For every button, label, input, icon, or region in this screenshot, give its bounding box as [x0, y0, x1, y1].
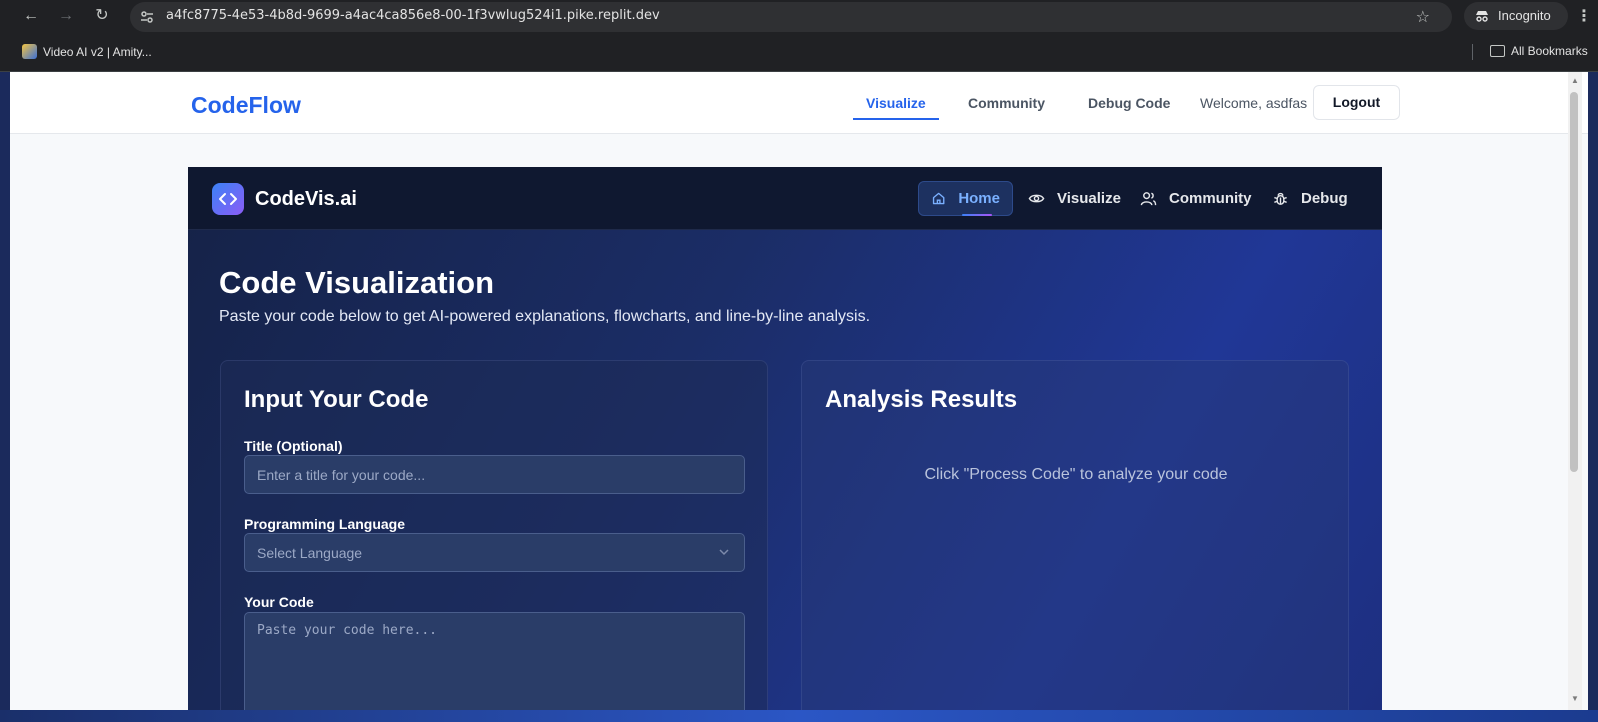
nav-visualize[interactable]: Visualize — [866, 95, 926, 111]
bookmarks-bar — [0, 32, 1598, 72]
input-code-card: Input Your Code Title (Optional) Enter a… — [220, 360, 768, 710]
welcome-text: Welcome, asdfas — [1200, 95, 1308, 111]
incognito-badge[interactable]: Incognito — [1464, 2, 1568, 30]
bookmark-favicon-icon — [22, 44, 37, 59]
app-nav-home[interactable]: Home — [918, 181, 1013, 216]
nav-community[interactable]: Community — [968, 95, 1045, 111]
incognito-icon — [1476, 11, 1488, 22]
active-nav-underline — [853, 118, 939, 120]
chevron-down-icon — [719, 549, 729, 556]
eye-icon — [1028, 194, 1045, 203]
analysis-results-card: Analysis Results Click "Process Code" to… — [801, 360, 1349, 710]
app-nav-debug[interactable]: Debug — [1260, 181, 1360, 216]
back-arrow-icon[interactable]: ← — [19, 4, 43, 28]
address-bar[interactable]: a4fc8775-4e53-4b8d-9699-a4ac4ca856e8-00-… — [130, 2, 1452, 32]
language-select[interactable]: Select Language — [244, 533, 745, 572]
code-brackets-icon — [212, 183, 244, 215]
title-field-label: Title (Optional) — [244, 438, 343, 454]
title-input[interactable]: Enter a title for your code... — [244, 455, 745, 494]
page-title: Code Visualization — [219, 265, 495, 300]
codevis-app: CodeVis.ai Home Visualize Community Debu… — [188, 167, 1382, 710]
site-header: CodeFlow Visualize Community Debug Code … — [10, 72, 1588, 134]
app-nav-community[interactable]: Community — [1128, 181, 1264, 216]
code-field-label: Your Code — [244, 594, 314, 610]
site-logo[interactable]: CodeFlow — [191, 92, 301, 119]
nav-debug-code[interactable]: Debug Code — [1088, 95, 1170, 111]
app-brand[interactable]: CodeVis.ai — [255, 188, 357, 211]
bookmark-star-icon[interactable]: ☆ — [1416, 7, 1430, 27]
url-text[interactable]: a4fc8775-4e53-4b8d-9699-a4ac4ca856e8-00-… — [166, 8, 660, 23]
language-field-label: Programming Language — [244, 516, 406, 532]
app-nav-visualize[interactable]: Visualize — [1016, 181, 1133, 216]
browser-menu-icon[interactable]: ⋮ — [1576, 6, 1592, 26]
input-card-title: Input Your Code — [244, 386, 429, 413]
page-scrollbar[interactable]: ▲ ▼ — [1568, 72, 1582, 710]
results-card-title: Analysis Results — [825, 386, 1018, 413]
forward-arrow-icon[interactable]: → — [54, 4, 78, 28]
all-bookmarks-button[interactable]: All Bookmarks — [1490, 44, 1588, 58]
language-select-value: Select Language — [257, 545, 363, 561]
scroll-down-icon[interactable]: ▼ — [1570, 694, 1580, 703]
scroll-up-icon[interactable]: ▲ — [1570, 76, 1580, 85]
folder-icon — [1490, 45, 1505, 57]
bug-icon — [1274, 192, 1287, 205]
browser-toolbar: ← → ↻ a4fc8775-4e53-4b8d-9699-a4ac4ca856… — [0, 0, 1598, 32]
desktop-wallpaper — [0, 710, 1598, 722]
page-subtitle: Paste your code below to get AI-powered … — [219, 308, 871, 325]
site-settings-icon[interactable] — [139, 9, 155, 25]
bookmark-item[interactable]: Video AI v2 | Amity... — [22, 44, 152, 59]
users-icon — [1140, 192, 1157, 206]
home-icon — [932, 192, 945, 205]
logout-button[interactable]: Logout — [1313, 85, 1400, 120]
bookmarks-divider — [1472, 44, 1473, 60]
scroll-thumb[interactable] — [1570, 92, 1578, 472]
reload-icon[interactable]: ↻ — [90, 4, 114, 28]
home-active-indicator — [962, 214, 992, 216]
code-textarea[interactable]: Paste your code here... — [244, 612, 745, 710]
app-navbar: CodeVis.ai Home Visualize Community Debu… — [188, 167, 1382, 230]
results-placeholder: Click "Process Code" to analyze your cod… — [924, 466, 1228, 483]
